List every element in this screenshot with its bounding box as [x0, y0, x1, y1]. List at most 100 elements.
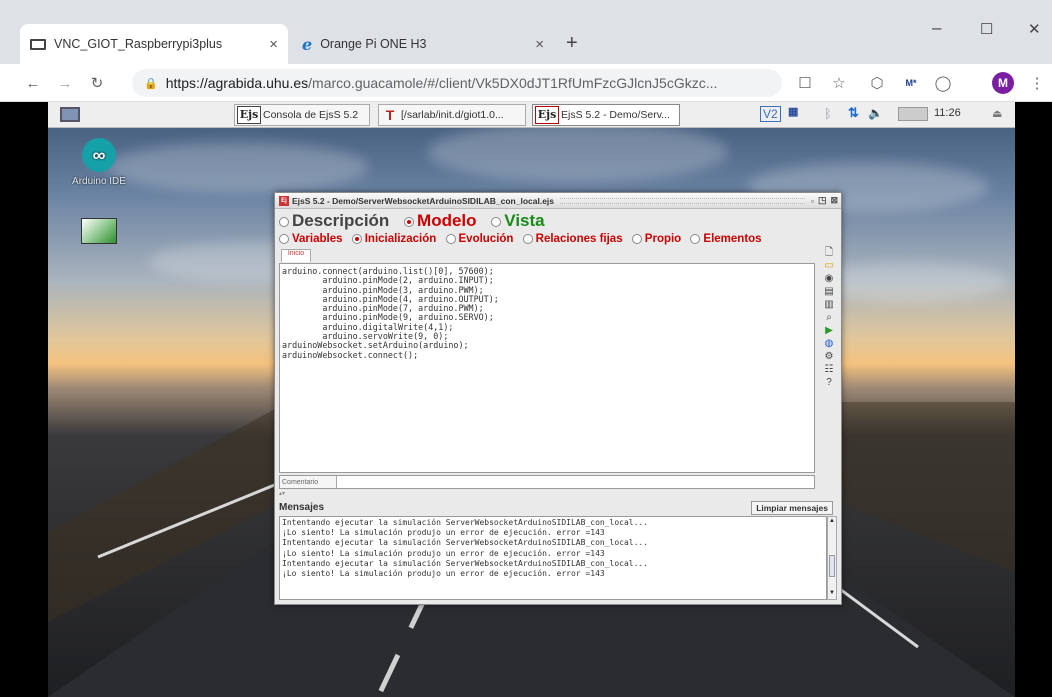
tab-modelo[interactable]: Modelo [404, 211, 477, 230]
new-tab-button[interactable]: + [566, 32, 578, 55]
reload-icon[interactable]: ↻ [84, 70, 110, 96]
comment-row: Comentario [279, 475, 815, 489]
extension-circle-icon[interactable]: ◯ [930, 70, 956, 96]
maximize-icon[interactable]: ◳ [818, 195, 827, 206]
message-line: Intentando ejecutar la simulación Server… [282, 558, 649, 568]
ejs-app-icon: Ej [279, 195, 289, 206]
cast-icon[interactable]: ☐ [792, 70, 818, 96]
network-icon[interactable]: ⇅ [848, 105, 859, 121]
code-line: arduinoWebsocket.connect(); [282, 349, 419, 360]
url-host: https://agrabida.uhu.es [165, 75, 309, 91]
search-icon[interactable]: ⌕ [822, 312, 836, 323]
vnc-icon[interactable]: V2 [760, 106, 781, 122]
tab-label: Variables [292, 233, 343, 245]
arduino-icon: ∞ [82, 138, 116, 172]
remote-taskbar: Ejs Consola de EjsS 5.2 T [/sarlab/init.… [48, 102, 1015, 128]
ie-icon: e [302, 34, 313, 54]
message-line: Intentando ejecutar la simulación Server… [282, 538, 649, 548]
ejs-tool-sidebar: 🗋 ▭ ◉ ▤ ▥ ⌕ ▶ ◍ ⚙ ☷ ? [819, 245, 839, 390]
tab-label: Elementos [703, 233, 762, 245]
scroll-down-icon[interactable]: ▼ [828, 589, 836, 597]
address-bar[interactable]: 🔒 https://agrabida.uhu.es/marco.guacamol… [132, 69, 782, 97]
panel-splitter[interactable]: ▴▾ [279, 491, 833, 497]
translate-icon[interactable]: ☷ [822, 364, 836, 375]
bluetooth-icon[interactable]: ᛒ [824, 106, 832, 121]
close-tab-icon[interactable]: × [535, 36, 544, 53]
extension-shield-icon[interactable]: ⬡ [864, 70, 890, 96]
help-icon[interactable]: ? [822, 377, 836, 388]
browser-tab-vnc[interactable]: VNC_GIOT_Raspberrypi3plus × [20, 24, 288, 64]
extension-mw-icon[interactable]: M* [898, 70, 924, 96]
ejs-icon: Ejs [535, 106, 559, 124]
messages-area[interactable]: Intentando ejecutar la simulación Server… [279, 516, 827, 600]
messages-scrollbar[interactable]: ▲ ▼ [827, 516, 837, 600]
minimize-icon[interactable]: ▫ [811, 196, 814, 206]
forward-icon[interactable]: → [52, 70, 78, 96]
main-tabs: Descripción Modelo Vista [279, 211, 545, 231]
url-path: /marco.guacamole/#/client/Vk5DX0dJT1RfUm… [308, 75, 718, 91]
eject-icon[interactable]: ⏏ [992, 107, 1002, 120]
radio-icon [445, 233, 456, 244]
browser-tab-orange-pi[interactable]: e Orange Pi ONE H3 × [292, 24, 554, 64]
scroll-up-icon[interactable]: ▲ [828, 517, 836, 525]
subtab-elementos[interactable]: Elementos [690, 233, 762, 245]
ejs-editor-window: Ej EjsS 5.2 - Demo/ServerWebsocketArduin… [274, 192, 842, 605]
tab-vista[interactable]: Vista [491, 211, 545, 230]
menu-kebab-icon[interactable]: ⋮ [1024, 70, 1050, 96]
settings-icon[interactable]: ⚙ [822, 351, 836, 362]
radio-icon [631, 233, 642, 244]
package-icon[interactable]: ◍ [822, 338, 836, 349]
run-icon[interactable]: ▶ [822, 325, 836, 336]
avatar-letter: M [992, 72, 1014, 94]
taskbar-button-ejs-console[interactable]: Ejs Consola de EjsS 5.2 [234, 104, 370, 126]
radio-selected-icon [404, 216, 415, 227]
desktop-icon-arduino[interactable]: ∞ Arduino IDE [64, 138, 134, 187]
close-window-button[interactable]: ✕ [1028, 20, 1041, 38]
message-line: ¡Lo siento! La simulación produjo un err… [282, 548, 605, 558]
radio-icon [279, 233, 289, 244]
comment-input[interactable] [336, 476, 814, 488]
radio-selected-icon [351, 233, 362, 244]
ejs-titlebar[interactable]: Ej EjsS 5.2 - Demo/ServerWebsocketArduin… [275, 193, 841, 209]
message-line: ¡Lo siento! La simulación produjo un err… [282, 528, 605, 538]
desktop-icon-display[interactable] [64, 218, 134, 248]
page-tab-inicio[interactable]: Inicio [281, 249, 311, 262]
save-icon[interactable]: ▤ [822, 286, 836, 297]
tab-descripcion[interactable]: Descripción [279, 211, 389, 230]
volume-icon[interactable]: 🔈 [868, 106, 883, 120]
raspberry-menu-icon[interactable] [60, 107, 80, 122]
minimize-button[interactable]: – [932, 18, 941, 38]
tab-title: VNC_GIOT_Raspberrypi3plus [54, 37, 223, 51]
subtab-evolucion[interactable]: Evolución [445, 233, 514, 245]
new-file-icon[interactable]: 🗋 [822, 247, 836, 258]
tab-label: Evolución [458, 233, 514, 245]
profile-avatar[interactable]: M [990, 70, 1016, 96]
open-examples-icon[interactable]: ◉ [822, 273, 836, 284]
tab-label: Vista [504, 211, 545, 230]
scroll-thumb[interactable] [829, 555, 835, 577]
messages-header: Mensajes Limpiar mensajes [279, 500, 833, 515]
cpu-usage-graph [898, 107, 928, 121]
save-as-icon[interactable]: ▥ [822, 299, 836, 310]
close-tab-icon[interactable]: × [269, 36, 278, 53]
back-icon[interactable]: ← [20, 70, 46, 96]
bookmark-star-icon[interactable]: ☆ [826, 70, 852, 96]
message-line: ¡Lo siento! La simulación produjo un err… [282, 569, 605, 579]
lock-icon: 🔒 [144, 77, 158, 90]
subtab-variables[interactable]: Variables [279, 233, 343, 245]
radio-icon [491, 216, 502, 227]
taskbar-button-ejs-editor[interactable]: Ejs EjsS 5.2 - Demo/Serv... [532, 104, 680, 126]
subtab-relaciones[interactable]: Relaciones fijas [522, 233, 623, 245]
subtab-inicializacion[interactable]: Inicialización [351, 233, 436, 245]
clear-messages-button[interactable]: Limpiar mensajes [751, 500, 833, 515]
cpu-monitor-icon[interactable]: ▦ [788, 105, 798, 118]
terminal-icon: T [385, 107, 395, 123]
model-sub-tabs: Variables Inicialización Evolución Relac… [279, 233, 762, 245]
taskbar-button-terminal[interactable]: T [/sarlab/init.d/giot1.0... [378, 104, 526, 126]
maximize-button[interactable]: ☐ [980, 20, 993, 38]
close-icon[interactable]: ⊠ [830, 195, 838, 206]
code-editor[interactable]: arduino.connect(arduino.list()[0], 57600… [279, 263, 815, 473]
taskbar-label: Consola de EjsS 5.2 [263, 109, 359, 121]
subtab-propio[interactable]: Propio [631, 233, 681, 245]
open-folder-icon[interactable]: ▭ [822, 260, 836, 271]
